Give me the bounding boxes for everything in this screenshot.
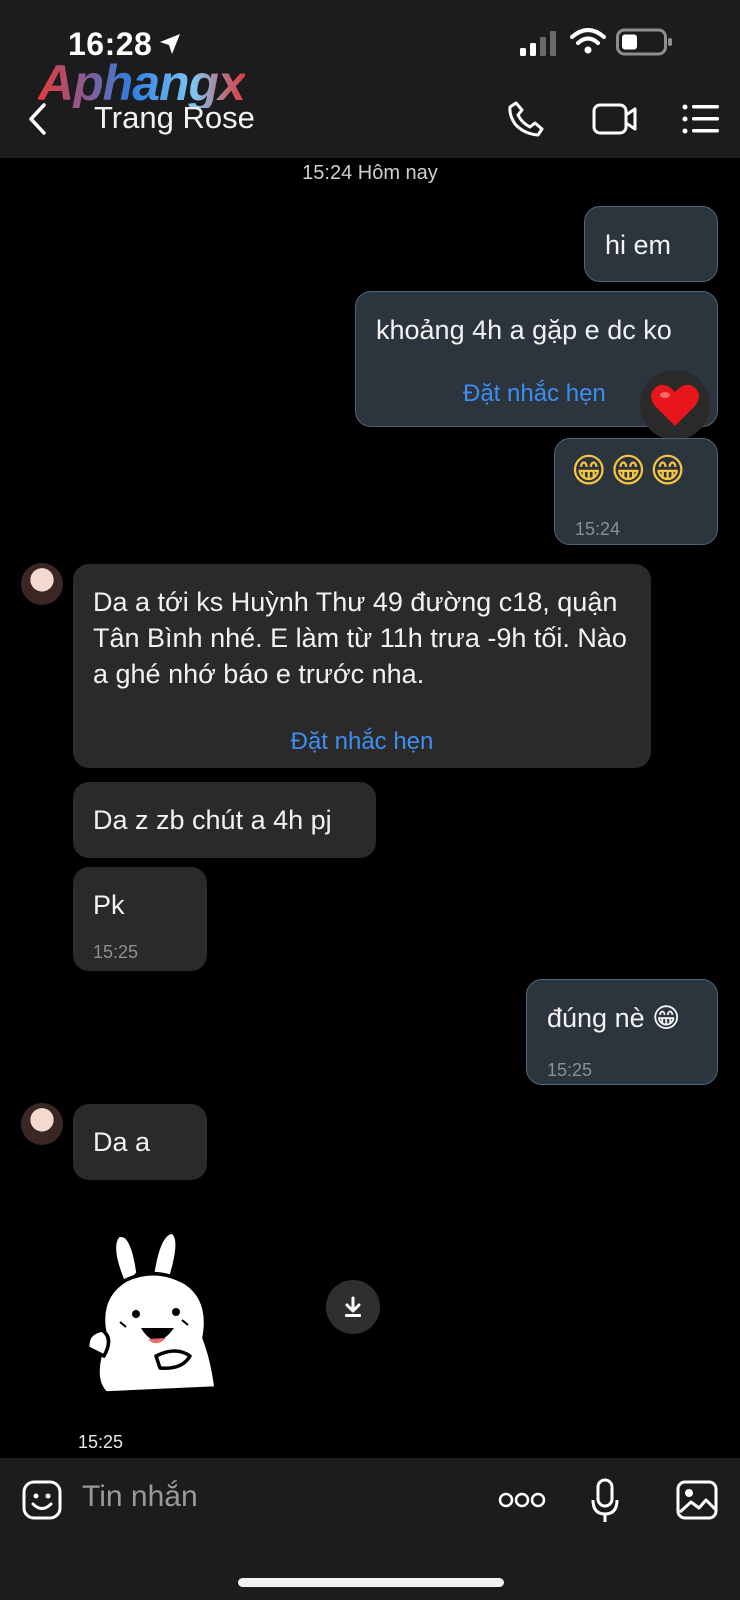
message-emoji: 😁😁😁 (571, 451, 690, 491)
message-text: Pk (93, 890, 125, 920)
navigation-arrow-icon (160, 34, 180, 54)
message-time: 15:25 (547, 1060, 593, 1080)
outgoing-message[interactable]: hi em (584, 206, 718, 282)
incoming-message[interactable]: Da a (73, 1104, 207, 1180)
mic-icon[interactable] (590, 1478, 620, 1524)
bunny-sticker[interactable] (86, 1228, 226, 1398)
heart-reaction-icon (651, 384, 699, 426)
message-time: 15:24 (575, 519, 621, 539)
contact-avatar[interactable] (21, 563, 63, 605)
message-text: khoảng 4h a gặp e dc ko (376, 315, 672, 345)
reaction-badge[interactable] (640, 370, 710, 440)
message-text: đúng nè 😁 (547, 1003, 681, 1033)
download-button[interactable] (326, 1280, 380, 1334)
sticker-time: 15:25 (78, 1432, 124, 1452)
set-reminder-link[interactable]: Đặt nhắc hẹn (73, 724, 651, 760)
menu-icon[interactable] (682, 104, 720, 134)
download-icon (345, 1296, 361, 1317)
video-icon[interactable] (592, 103, 638, 135)
message-input-bar: Tin nhắn (0, 1458, 740, 1600)
set-reminder-link[interactable]: Đặt nhắc hẹn (463, 376, 606, 412)
message-text: hi em (605, 230, 672, 260)
emoji-icon[interactable] (22, 1480, 62, 1520)
outgoing-message[interactable]: 😁😁😁 15:24 (554, 438, 718, 545)
incoming-message[interactable]: Da z zb chút a 4h pj (73, 782, 376, 858)
message-time: 15:25 (93, 942, 139, 962)
contact-avatar[interactable] (21, 1103, 63, 1145)
contact-name[interactable]: Trang Rose (94, 100, 255, 136)
home-indicator (238, 1578, 504, 1587)
date-separator: 15:24 Hôm nay (302, 162, 438, 184)
signal-icon (520, 31, 556, 56)
incoming-message[interactable]: Pk 15:25 (73, 867, 207, 971)
battery-icon (616, 28, 672, 56)
incoming-message[interactable]: Da a tới ks Huỳnh Thư 49 đường c18, quận… (73, 564, 651, 768)
message-text: Da a tới ks Huỳnh Thư 49 đường c18, quận… (93, 587, 627, 689)
more-icon[interactable] (498, 1490, 546, 1510)
chat-header: 16:28 Aphangx Trang Rose (0, 0, 740, 158)
message-text: Da a (93, 1127, 151, 1157)
message-input[interactable]: Tin nhắn (82, 1480, 198, 1514)
image-icon[interactable] (676, 1480, 718, 1520)
message-text: Da z zb chút a 4h pj (93, 805, 332, 835)
phone-icon[interactable] (507, 100, 545, 138)
wifi-icon (570, 28, 606, 54)
outgoing-message[interactable]: đúng nè 😁 15:25 (526, 979, 718, 1085)
back-icon[interactable] (26, 102, 48, 136)
